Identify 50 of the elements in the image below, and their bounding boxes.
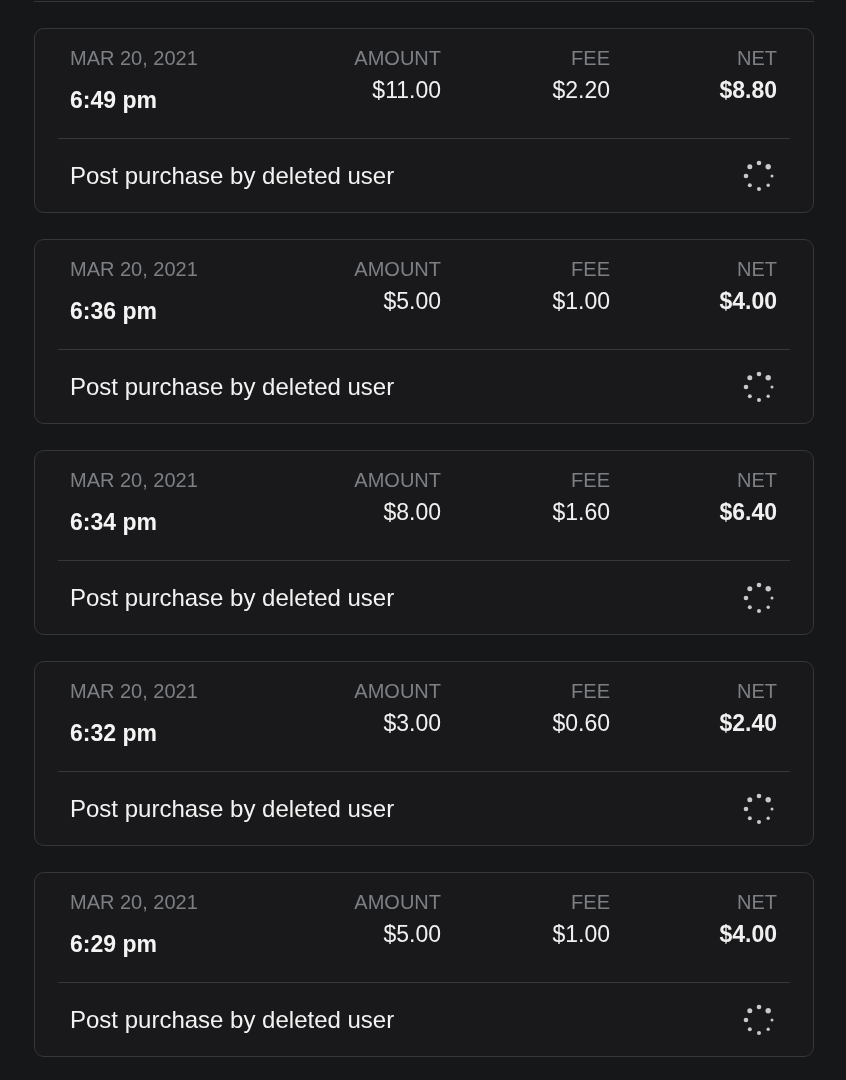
time-text: 6:34 pm (70, 508, 157, 536)
amount-value: $8.00 (383, 498, 441, 526)
loading-spinner-icon (742, 791, 776, 826)
net-value: $6.40 (719, 498, 777, 526)
fee-label: FEE (571, 257, 610, 281)
net-value: $2.40 (719, 709, 777, 737)
net-value: $4.00 (719, 287, 777, 315)
net-label: NET (737, 468, 777, 492)
fee-label: FEE (571, 679, 610, 703)
fee-value: $2.20 (552, 76, 610, 104)
time-text: 6:29 pm (70, 930, 157, 958)
time-text: 6:49 pm (70, 86, 157, 114)
date-label: MAR 20, 2021 (70, 468, 198, 492)
description-text: Post purchase by deleted user (70, 371, 395, 402)
amount-label: AMOUNT (354, 257, 441, 281)
description-text: Post purchase by deleted user (70, 1004, 395, 1035)
fee-value: $1.60 (552, 498, 610, 526)
fee-value: $1.00 (552, 287, 610, 315)
fee-value: $1.00 (552, 920, 610, 948)
loading-spinner-icon (742, 369, 776, 404)
amount-label: AMOUNT (354, 890, 441, 914)
loading-spinner-icon (742, 580, 776, 615)
amount-value: $11.00 (372, 76, 441, 104)
description-text: Post purchase by deleted user (70, 160, 395, 191)
net-label: NET (737, 257, 777, 281)
time-text: 6:32 pm (70, 719, 157, 747)
net-value: $4.00 (719, 920, 777, 948)
loading-spinner-icon (742, 158, 776, 193)
fee-label: FEE (571, 468, 610, 492)
net-value: $8.80 (719, 76, 777, 104)
fee-value: $0.60 (552, 709, 610, 737)
amount-value: $5.00 (383, 920, 441, 948)
amount-label: AMOUNT (354, 46, 441, 70)
description-text: Post purchase by deleted user (70, 793, 395, 824)
net-label: NET (737, 890, 777, 914)
time-text: 6:36 pm (70, 297, 157, 325)
description-text: Post purchase by deleted user (70, 582, 395, 613)
date-label: MAR 20, 2021 (70, 257, 198, 281)
net-label: NET (737, 679, 777, 703)
fee-label: FEE (571, 46, 610, 70)
net-label: NET (737, 46, 777, 70)
amount-value: $5.00 (383, 287, 441, 315)
amount-label: AMOUNT (354, 679, 441, 703)
loading-spinner-icon (742, 1002, 776, 1037)
fee-label: FEE (571, 890, 610, 914)
amount-value: $3.00 (383, 709, 441, 737)
amount-label: AMOUNT (354, 468, 441, 492)
date-label: MAR 20, 2021 (70, 46, 198, 70)
date-label: MAR 20, 2021 (70, 679, 198, 703)
date-label: MAR 20, 2021 (70, 890, 198, 914)
